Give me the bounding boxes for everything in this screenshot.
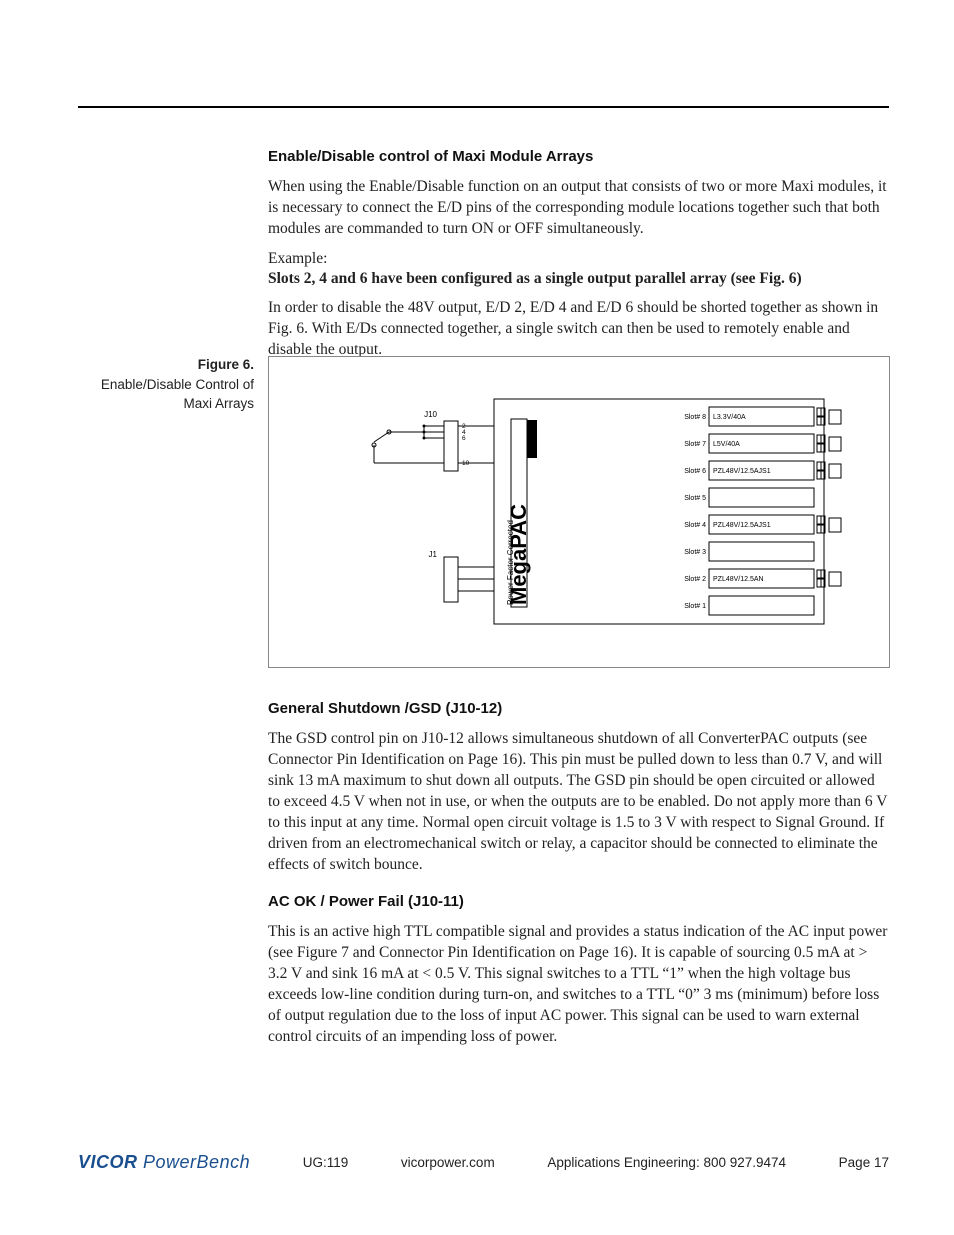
para-disable: In order to disable the 48V output, E/D … bbox=[268, 298, 889, 361]
pin-6: 6 bbox=[462, 435, 466, 442]
figure-svg: J10 2 4 6 10 J1 MegaPAC Power Fa bbox=[269, 357, 889, 667]
slot-7-module: L5V/40A bbox=[713, 441, 740, 448]
heading-acok: AC OK / Power Fail (J10-11) bbox=[268, 893, 889, 910]
figure-title: Figure 6. bbox=[78, 355, 254, 375]
slot-8-terminals bbox=[817, 408, 841, 425]
figure-6: J10 2 4 6 10 J1 MegaPAC Power Fa bbox=[268, 356, 890, 668]
footer-phone: Applications Engineering: 800 927.9474 bbox=[547, 1155, 786, 1170]
brand-vicor: VICOR bbox=[78, 1152, 138, 1172]
slots-group: Slot# 8 L3.3V/40A Slot# 7 L5V/40A Slot bbox=[684, 407, 841, 615]
page-top-rule bbox=[78, 106, 889, 108]
figure-caption-text: Enable/Disable Control of Maxi Arrays bbox=[101, 377, 254, 412]
brand-powerbench: PowerBench bbox=[143, 1152, 250, 1172]
slot-7-label: Slot# 7 bbox=[684, 441, 706, 448]
slot-4-label: Slot# 4 bbox=[684, 522, 706, 529]
slot-6-module: PZL48V/12.5AJS1 bbox=[713, 468, 771, 475]
slot-5-label: Slot# 5 bbox=[684, 495, 706, 502]
slot-4-module: PZL48V/12.5AJS1 bbox=[713, 522, 771, 529]
footer-url: vicorpower.com bbox=[401, 1155, 495, 1170]
para-intro: When using the Enable/Disable function o… bbox=[268, 177, 889, 240]
heading-gsd: General Shutdown /GSD (J10-12) bbox=[268, 700, 889, 717]
heading-enable-disable: Enable/Disable control of Maxi Module Ar… bbox=[268, 148, 889, 165]
slot-6-label: Slot# 6 bbox=[684, 468, 706, 475]
para-acok: This is an active high TTL compatible si… bbox=[268, 922, 889, 1048]
para-gsd: The GSD control pin on J10-12 allows sim… bbox=[268, 729, 889, 875]
j10-label: J10 bbox=[424, 410, 437, 419]
pfc-label: Power Factor Corrected bbox=[506, 520, 515, 605]
figure-caption: Figure 6. Enable/Disable Control of Maxi… bbox=[78, 355, 254, 414]
slot-2-module: PZL48V/12.5AN bbox=[713, 576, 764, 583]
slot-8-module: L3.3V/40A bbox=[713, 414, 746, 421]
page-footer: VICOR PowerBench UG:119 vicorpower.com A… bbox=[78, 1152, 889, 1173]
config-line: Slots 2, 4 and 6 have been configured as… bbox=[268, 270, 889, 288]
slot-8-label: Slot# 8 bbox=[684, 414, 706, 421]
slot-3-label: Slot# 3 bbox=[684, 549, 706, 556]
brand: VICOR PowerBench bbox=[78, 1152, 250, 1173]
footer-page: Page 17 bbox=[839, 1155, 889, 1170]
example-label: Example: bbox=[268, 250, 889, 268]
content-lower: General Shutdown /GSD (J10-12) The GSD c… bbox=[268, 700, 889, 1058]
footer-ug: UG:119 bbox=[303, 1155, 349, 1170]
slot-2-label: Slot# 2 bbox=[684, 576, 706, 583]
slot-1-label: Slot# 1 bbox=[684, 603, 706, 610]
j1-label: J1 bbox=[429, 550, 438, 559]
